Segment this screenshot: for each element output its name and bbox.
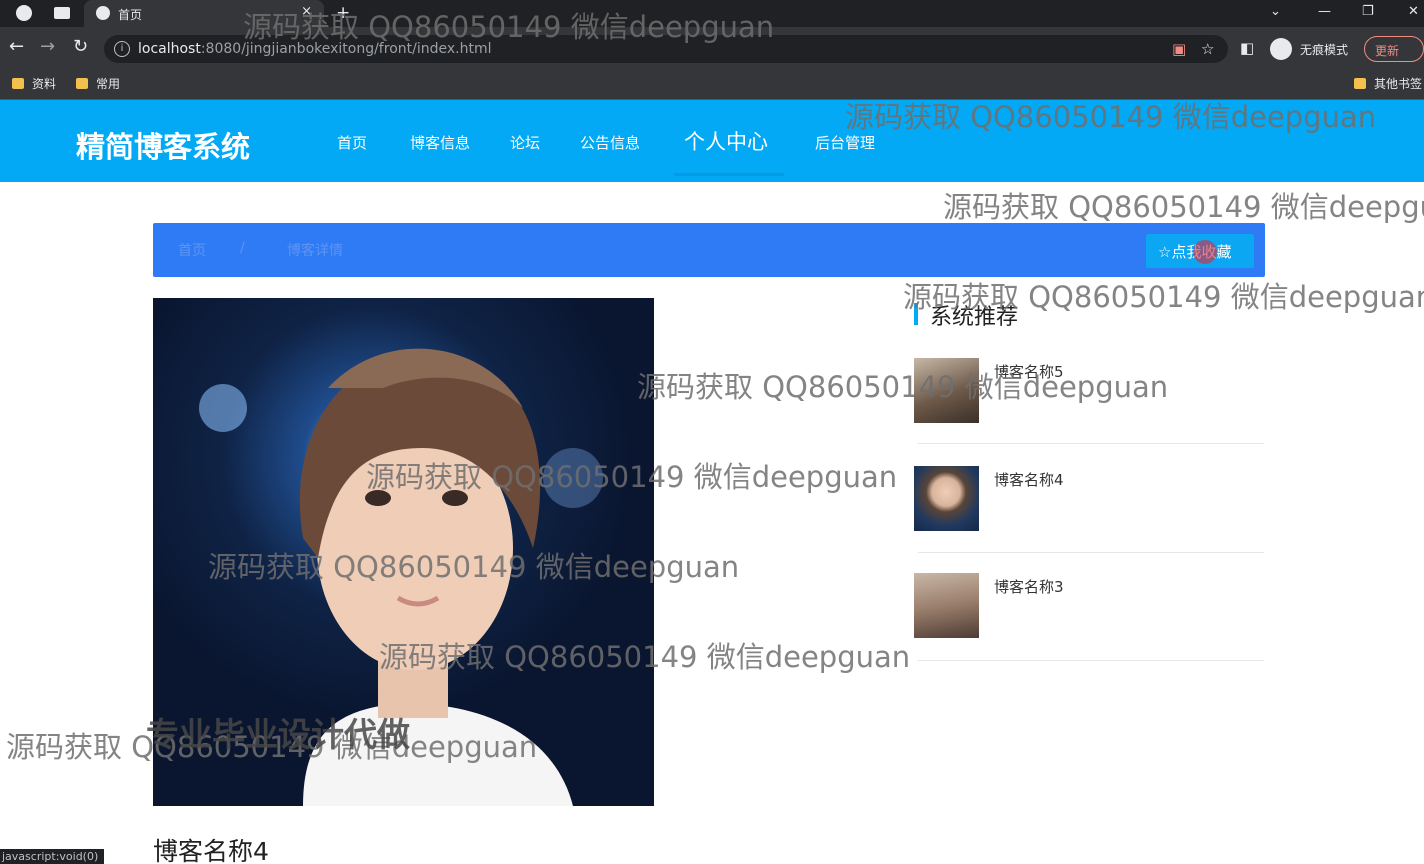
chrome-menu-icon[interactable]	[16, 5, 32, 21]
nav-admin[interactable]: 后台管理	[815, 132, 875, 153]
new-tab-button[interactable]: +	[336, 3, 350, 23]
minimize-icon[interactable]: —	[1318, 4, 1331, 19]
bookmarks-bar: 资料 常用 其他书签	[0, 69, 1424, 100]
back-icon[interactable]: ←	[9, 37, 24, 57]
window-icon[interactable]	[54, 7, 70, 19]
browser-tab-strip: 首页 × + ⌄ — ❐ ✕	[0, 0, 1424, 27]
globe-icon	[96, 6, 110, 20]
nav-notices[interactable]: 公告信息	[580, 132, 640, 153]
recommend-item-name[interactable]: 博客名称3	[994, 576, 1064, 597]
watermark: 源码获取 QQ86050149 微信deepguan	[637, 370, 1169, 404]
recommend-item-name[interactable]: 博客名称4	[994, 469, 1064, 490]
divider	[918, 443, 1264, 444]
nav-blog-info[interactable]: 博客信息	[410, 132, 470, 153]
mouse-cursor-icon	[1193, 240, 1217, 264]
bookmark-folder-other[interactable]: 其他书签	[1354, 75, 1422, 92]
incognito-label: 无痕模式	[1300, 43, 1349, 57]
divider	[918, 552, 1264, 553]
recommend-thumbnail[interactable]	[914, 358, 979, 423]
tab-title: 首页	[118, 8, 143, 22]
blocked-popup-icon[interactable]: ▣	[1172, 40, 1186, 58]
restore-icon[interactable]: ❐	[1362, 4, 1374, 19]
bookmark-folder-ziliao[interactable]: 资料	[12, 75, 56, 92]
bookmark-star-icon[interactable]: ☆	[1201, 40, 1214, 58]
bookmark-folder-changyong[interactable]: 常用	[76, 75, 120, 92]
url-text[interactable]: localhost:8080/jingjianbokexitong/front/…	[138, 41, 491, 57]
nav-forum[interactable]: 论坛	[510, 132, 540, 153]
active-nav-indicator	[674, 173, 784, 176]
divider	[918, 660, 1264, 661]
recommend-item-name[interactable]: 博客名称5	[994, 361, 1064, 382]
incognito-indicator[interactable]: 无痕模式	[1270, 37, 1358, 61]
watermark: 源码获取 QQ86050149 微信deepguan	[943, 190, 1424, 224]
reload-icon[interactable]: ↻	[73, 37, 88, 57]
side-panel-icon[interactable]: ◧	[1240, 38, 1254, 58]
status-bar-url: javascript:void(0)	[0, 849, 105, 864]
nav-home[interactable]: 首页	[337, 132, 367, 153]
address-bar[interactable]: i localhost:8080/jingjianbokexitong/fron…	[104, 35, 1228, 63]
close-window-icon[interactable]: ✕	[1408, 4, 1419, 19]
breadcrumb-home[interactable]: 首页	[178, 240, 206, 260]
breadcrumb-current: 博客详情	[287, 243, 343, 259]
browser-tab[interactable]: 首页 ×	[84, 0, 324, 27]
incognito-icon	[1270, 38, 1292, 60]
chevron-down-icon[interactable]: ⌄	[1270, 4, 1281, 19]
nav-personal-center[interactable]: 个人中心	[684, 126, 768, 156]
section-accent-bar	[914, 303, 918, 325]
site-logo[interactable]: 精简博客系统	[76, 124, 250, 166]
breadcrumb-separator: /	[240, 240, 245, 256]
folder-icon	[12, 78, 24, 89]
recommend-thumbnail[interactable]	[914, 466, 979, 531]
folder-icon	[76, 78, 88, 89]
update-button[interactable]: 更新	[1364, 36, 1424, 62]
recommend-title: 系统推荐	[930, 305, 1019, 330]
forward-icon[interactable]: →	[40, 37, 55, 57]
promo-overlay-text: 专业毕业设计代做	[146, 715, 410, 754]
recommend-thumbnail[interactable]	[914, 573, 979, 638]
site-info-icon[interactable]: i	[114, 41, 130, 57]
close-tab-icon[interactable]: ×	[301, 4, 312, 19]
folder-icon	[1354, 78, 1366, 89]
blog-title: 博客名称4	[153, 837, 269, 864]
